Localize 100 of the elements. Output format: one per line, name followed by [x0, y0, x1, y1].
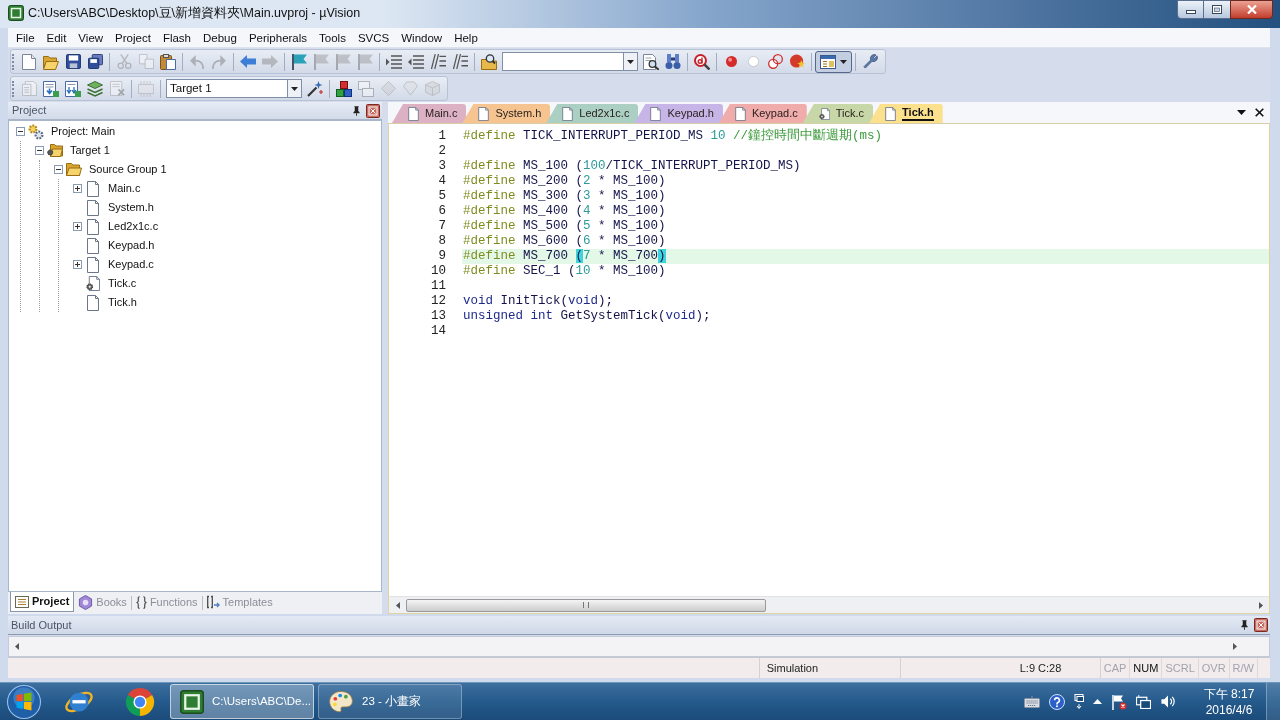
- expand-icon[interactable]: [72, 184, 82, 193]
- cursor-position: L:9 C:28: [1019, 660, 1062, 676]
- code-line: #define MS_300 (3 * MS_100): [462, 189, 667, 204]
- collapse-icon[interactable]: [34, 146, 44, 155]
- scroll-left-icon[interactable]: [395, 601, 400, 609]
- scroll-right-icon[interactable]: [1233, 643, 1237, 650]
- key-indicator: NUM: [1133, 660, 1159, 676]
- window-close-icon: [1246, 5, 1257, 14]
- save-all-icon: [87, 54, 103, 69]
- box-icon: [424, 81, 440, 96]
- menu-item[interactable]: Project: [109, 28, 157, 47]
- collapse-icon[interactable]: [53, 165, 63, 174]
- speaker-icon[interactable]: [1160, 694, 1176, 709]
- tree-item[interactable]: Tick.c: [108, 275, 137, 292]
- new-file-icon: [22, 53, 36, 70]
- menu-item[interactable]: File: [10, 28, 41, 47]
- close-icon[interactable]: [1254, 618, 1268, 632]
- menu-item[interactable]: Flash: [156, 28, 197, 47]
- keyboard-icon[interactable]: [1024, 695, 1040, 708]
- flag-icon: [335, 53, 351, 70]
- close-icon[interactable]: [366, 103, 380, 118]
- tree-item[interactable]: Keypad.c: [108, 256, 154, 273]
- minimize-button[interactable]: [1177, 0, 1204, 19]
- caret-icon[interactable]: [840, 59, 847, 64]
- redo-icon: [212, 54, 226, 69]
- pin-icon[interactable]: [353, 105, 360, 116]
- editor-tab[interactable]: Tick.c: [802, 104, 874, 123]
- scissors-icon: [116, 54, 132, 69]
- pin-icon[interactable]: [1241, 620, 1248, 630]
- help-icon[interactable]: [1049, 693, 1065, 710]
- color-wheel-icon[interactable]: [125, 686, 155, 717]
- menu-item[interactable]: SVCS: [351, 28, 396, 47]
- file-icon: [87, 199, 99, 216]
- flag-x-icon[interactable]: [1111, 693, 1127, 710]
- line-number: 1: [437, 129, 446, 144]
- expand-icon[interactable]: [72, 222, 82, 231]
- tree-item[interactable]: Target 1: [70, 142, 110, 159]
- editor-tab[interactable]: Keypad.c: [718, 104, 807, 123]
- panel-title: Build Output: [11, 617, 72, 633]
- forward-arrow-icon: [262, 55, 278, 68]
- expand-icon[interactable]: [72, 260, 82, 269]
- tree-item[interactable]: Main.c: [108, 180, 141, 197]
- panel-tab[interactable]: Project: [10, 592, 75, 612]
- editor-tab[interactable]: Main.c: [392, 104, 467, 123]
- collapse-icon[interactable]: [15, 127, 25, 136]
- dropdown-button[interactable]: [623, 53, 637, 70]
- line-number: 8: [437, 234, 446, 249]
- taskbar-button[interactable]: 23 - 小畫家: [318, 684, 462, 719]
- dropdown-arrow-icon[interactable]: [1237, 110, 1246, 115]
- scroll-right-icon[interactable]: [1258, 601, 1263, 609]
- up-arrow-icon[interactable]: [1093, 699, 1102, 704]
- tree-item[interactable]: Source Group 1: [89, 161, 167, 178]
- editor-tab[interactable]: Keypad.h: [634, 104, 723, 123]
- menu-item[interactable]: Edit: [40, 28, 73, 47]
- key-indicator: CAP: [1103, 660, 1127, 676]
- start-orb-icon[interactable]: [7, 684, 41, 719]
- tree-item[interactable]: Led2x1c.c: [108, 218, 159, 235]
- key-indicator: OVR: [1201, 660, 1226, 676]
- caret-icon: [627, 59, 634, 64]
- scroll-left-icon[interactable]: [15, 643, 19, 650]
- close-x-icon[interactable]: [1255, 108, 1264, 117]
- menu-item[interactable]: Peripherals: [242, 28, 314, 47]
- tree-item[interactable]: Project: Main: [51, 123, 116, 140]
- small-windows-icon[interactable]: [1074, 693, 1084, 710]
- code-line: #define MS_600 (6 * MS_100): [462, 234, 667, 249]
- scrollbar-thumb[interactable]: [406, 598, 766, 612]
- search-field[interactable]: [502, 52, 638, 71]
- menu-item[interactable]: View: [72, 28, 110, 47]
- tree-item[interactable]: Keypad.h: [108, 237, 155, 254]
- clock-date[interactable]: 2016/4/6: [1205, 701, 1253, 718]
- slash-lines-icon: [430, 54, 446, 69]
- tree-item[interactable]: Tick.h: [108, 294, 137, 311]
- gem-icon: [402, 81, 418, 96]
- rebuild-icon: [65, 80, 81, 97]
- project-window-icon: [15, 595, 29, 608]
- key-indicator: R/W: [1232, 660, 1254, 676]
- clock-time[interactable]: 下午 8:17: [1203, 685, 1255, 702]
- close-button[interactable]: [1230, 0, 1273, 19]
- taskbar-button[interactable]: C:\Users\ABC\De...: [170, 684, 314, 719]
- flag-icon: [291, 53, 307, 70]
- menu-item[interactable]: Help: [448, 28, 484, 47]
- menu-item[interactable]: Window: [395, 28, 449, 47]
- dropdown-button[interactable]: [287, 80, 301, 97]
- maximize-icon: [1212, 5, 1222, 14]
- editor-tab[interactable]: Tick.h: [869, 104, 943, 123]
- layout-split-button[interactable]: [815, 50, 852, 73]
- windows-icon: [358, 80, 374, 97]
- editor-tab[interactable]: Led2x1c.c: [546, 104, 639, 123]
- network-icon[interactable]: [1136, 694, 1151, 709]
- tree-item[interactable]: System.h: [108, 199, 154, 216]
- maximize-button[interactable]: [1204, 0, 1230, 19]
- code-line: #define SEC_1 (10 * MS_100): [462, 264, 667, 279]
- horizontal-scrollbar[interactable]: [389, 596, 1269, 613]
- horizontal-scrollbar[interactable]: [8, 636, 1270, 657]
- menu-item[interactable]: Tools: [313, 28, 352, 47]
- menu-item[interactable]: Debug: [197, 28, 243, 47]
- line-number: 4: [437, 174, 446, 189]
- editor-tab[interactable]: System.h: [462, 104, 551, 123]
- line-number: 3: [437, 159, 446, 174]
- target-select[interactable]: Target 1: [166, 79, 302, 98]
